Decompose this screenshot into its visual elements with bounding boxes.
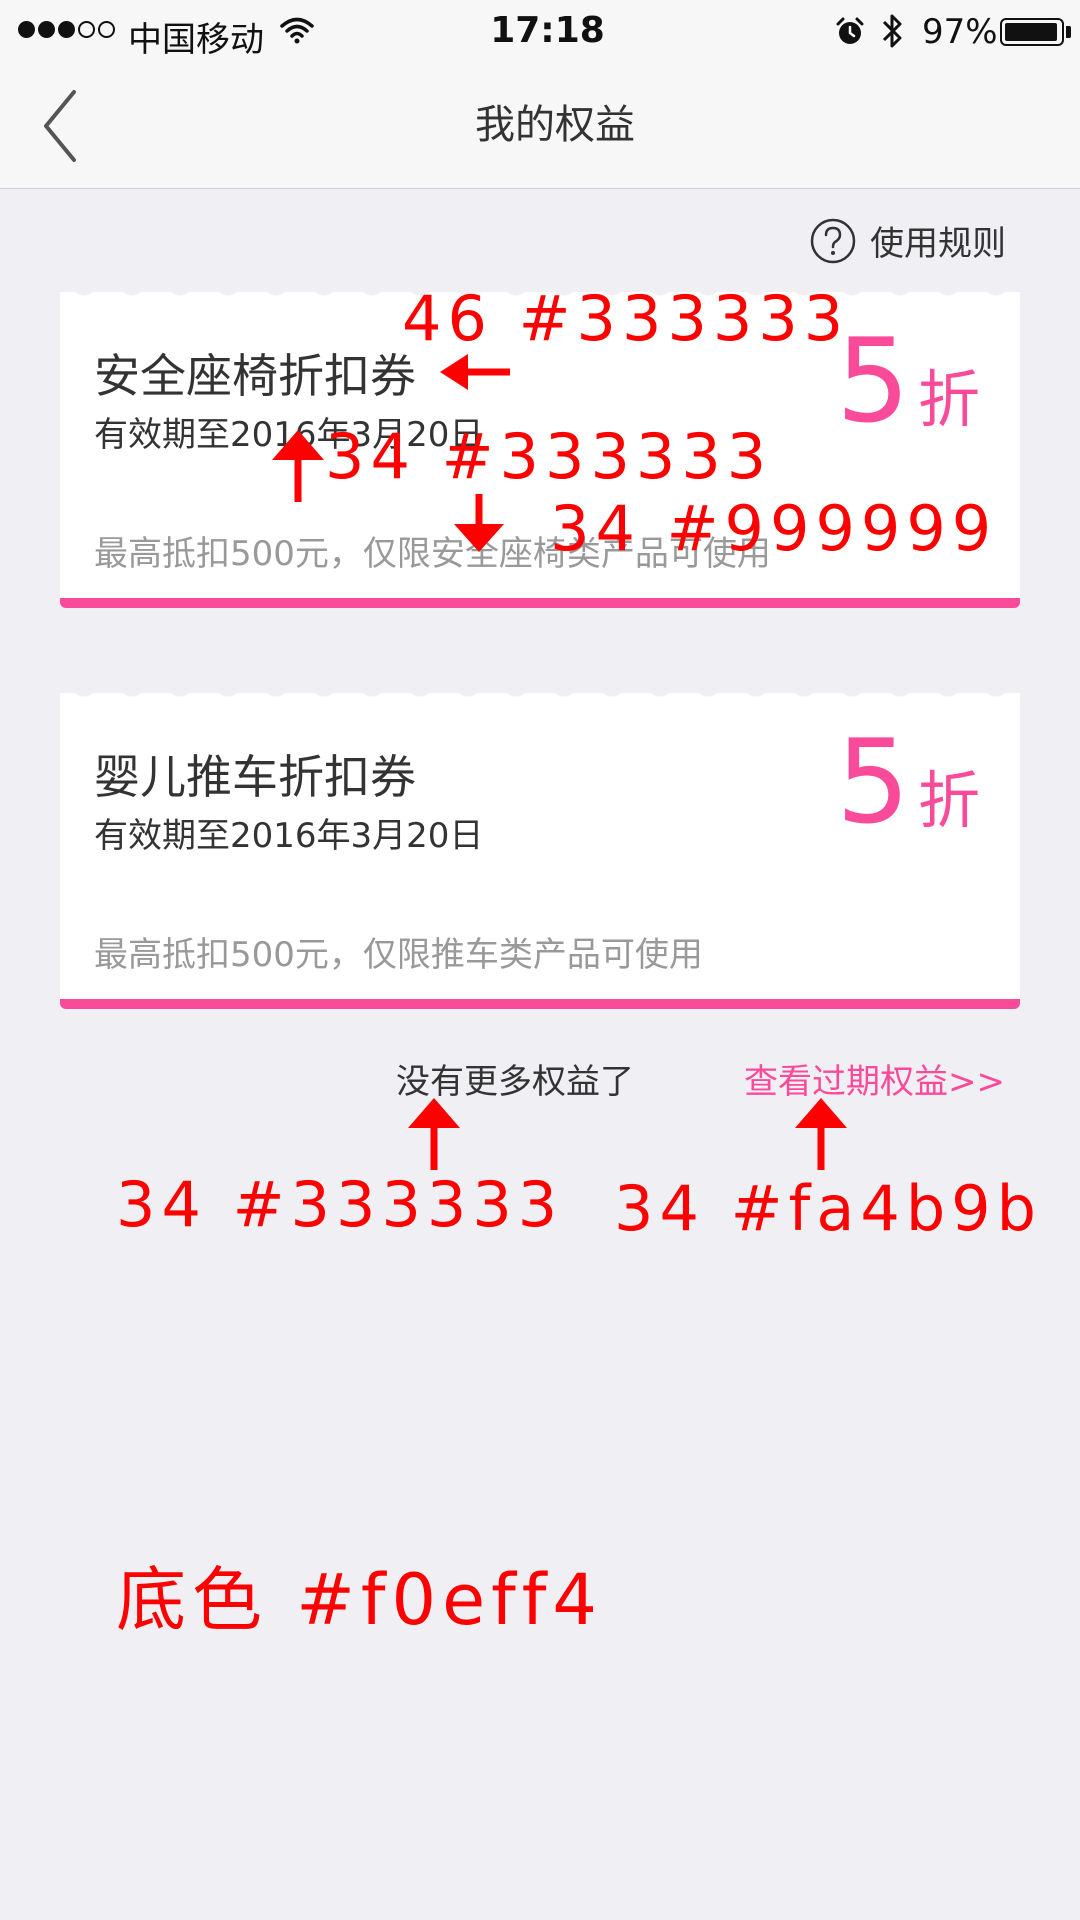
navigation-bar: 我的权益	[0, 64, 1080, 189]
bluetooth-icon	[880, 12, 904, 54]
battery-percentage: 97%	[922, 12, 998, 52]
alarm-icon	[835, 17, 865, 51]
annotation-no-more-spec: 34 #333333	[116, 1168, 564, 1241]
scallop-edge	[60, 683, 1020, 705]
status-bar: 中国移动 17:18 97%	[0, 0, 1080, 64]
coupon-description: 最高抵扣500元，仅限推车类产品可使用	[94, 935, 703, 975]
clock-time: 17:18	[490, 10, 605, 51]
annotation-validity-spec: 34 #333333	[325, 420, 773, 493]
arrow-left-icon	[440, 354, 510, 390]
annotation-background-spec: 底色 #f0eff4	[116, 1559, 603, 1641]
discount-number: 5	[836, 715, 910, 850]
arrow-up-icon	[272, 430, 324, 502]
annotation-description-spec: 34 #999999	[550, 492, 998, 565]
coupon-name: 婴儿推车折扣券	[94, 750, 416, 804]
coupon-discount: 5 折	[836, 725, 980, 841]
annotation-title-spec: 46 #333333	[402, 282, 850, 355]
coupon-name: 安全座椅折扣券	[94, 349, 416, 403]
view-expired-benefits-link[interactable]: 查看过期权益>>	[744, 1054, 1005, 1103]
coupon-card[interactable]: 婴儿推车折扣券 有效期至2016年3月20日 5 折 最高抵扣500元，仅限推车…	[60, 683, 1020, 1009]
arrow-down-icon	[454, 494, 504, 552]
usage-rules-label: 使用规则	[870, 224, 1006, 264]
usage-rules-link[interactable]: 使用规则	[810, 216, 1006, 265]
battery-tip	[1066, 26, 1071, 38]
help-circle-icon	[810, 218, 856, 263]
discount-unit: 折	[917, 363, 980, 436]
coupon-discount: 5 折	[836, 324, 980, 440]
coupon-validity: 有效期至2016年3月20日	[94, 816, 484, 856]
no-more-benefits-text: 没有更多权益了	[396, 1062, 634, 1102]
page-title: 我的权益	[475, 102, 635, 148]
discount-unit: 折	[917, 764, 980, 837]
annotation-expired-spec: 34 #fa4b9b	[614, 1172, 1042, 1245]
battery-level-fill	[1005, 23, 1058, 41]
arrow-up-icon	[795, 1098, 847, 1170]
arrow-up-icon	[408, 1098, 460, 1170]
battery-icon	[1000, 18, 1064, 46]
